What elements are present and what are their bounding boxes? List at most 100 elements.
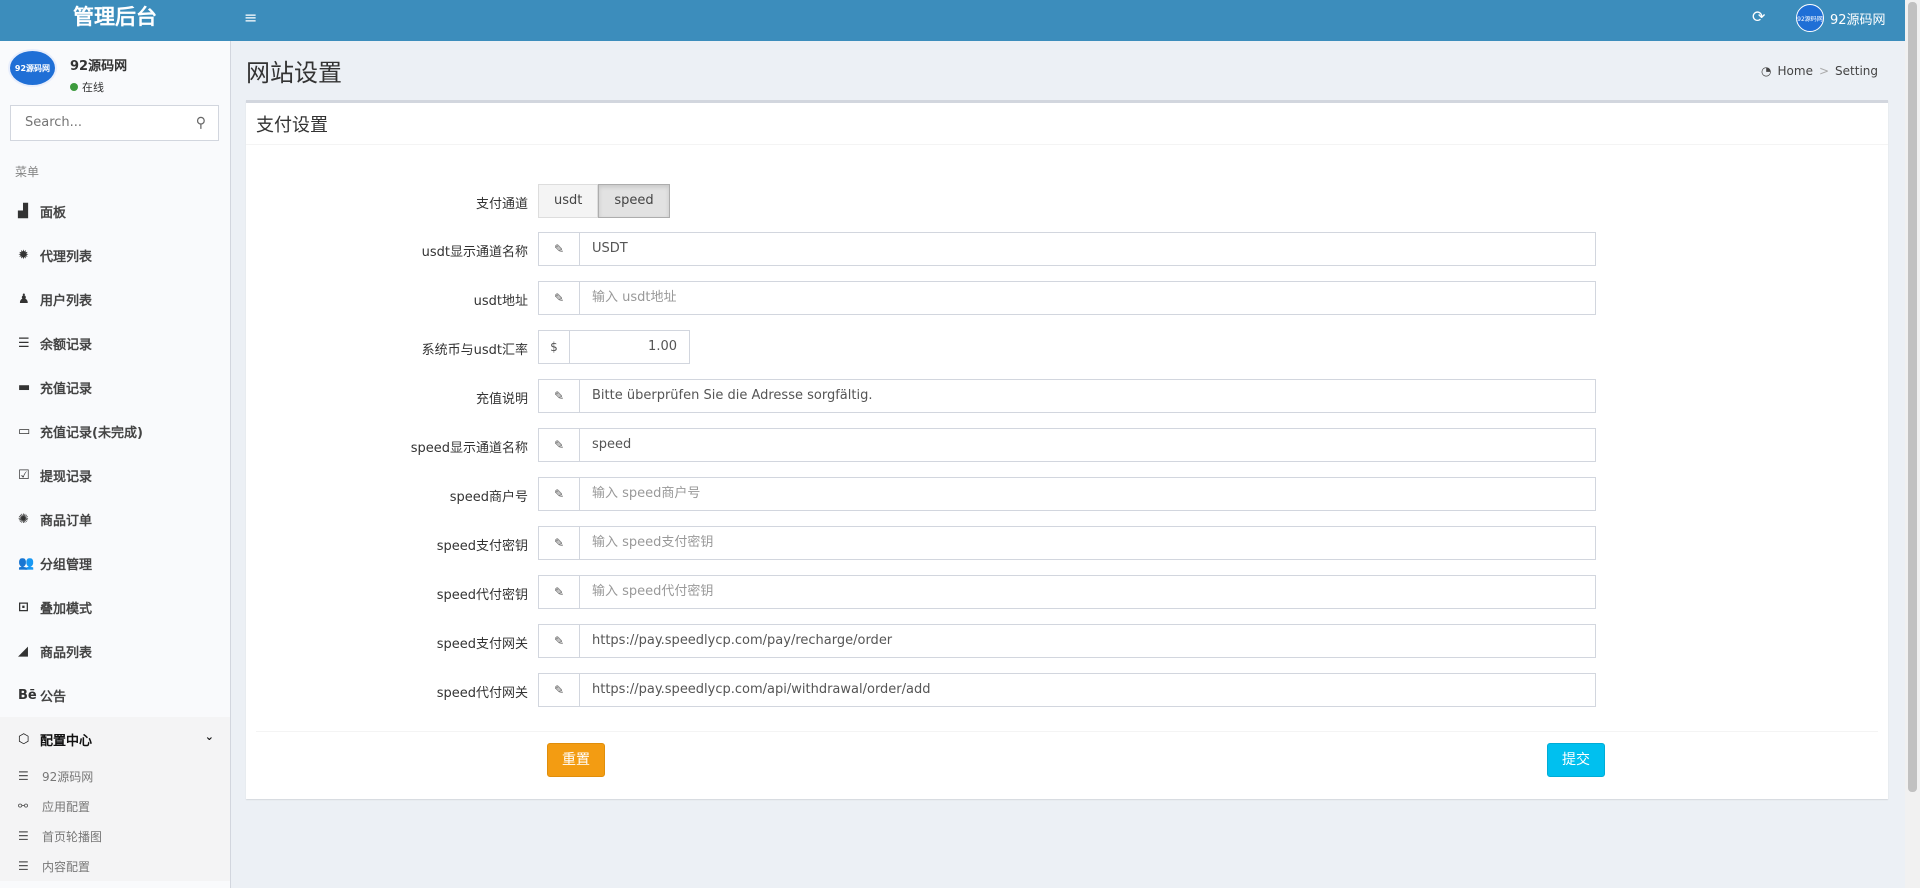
menu-header: 菜单 xyxy=(15,165,40,179)
sidebar-toggle-icon[interactable]: ≡ xyxy=(244,8,257,27)
form-row: speed支付密钥 ✎ 输入 speed支付密钥 xyxy=(246,526,1888,560)
sidebar: 92源码网 92源码网 在线 ⚲ 菜单 ▟ 面板 ✹ 代理列表 ♟ 用户列表 ☰ 余额记… xyxy=(0,41,231,888)
sidebar-item-balance[interactable]: ☰ 余额记录 xyxy=(0,321,230,365)
form-row: speed显示通道名称 ✎ speed xyxy=(246,428,1888,462)
list-icon: ☰ xyxy=(18,335,30,351)
sidebar-item-overlay[interactable]: ⊡ 叠加模式 xyxy=(0,585,230,629)
field-label: speed支付密钥 xyxy=(436,539,528,554)
status-badge: 在线 xyxy=(70,79,104,95)
search-icon[interactable]: ⚲ xyxy=(196,115,206,131)
content-wrapper: 网站设置 ◔ Home > Setting 支付设置 支付通道 usdt spe… xyxy=(230,41,1905,888)
speed-pay-key-input[interactable]: 输入 speed支付密钥 xyxy=(580,526,1596,560)
pencil-icon: ✎ xyxy=(538,673,580,707)
scrollbar-thumb[interactable] xyxy=(1908,2,1917,792)
speed-payout-gateway-input[interactable]: https://pay.speedlycp.com/api/withdrawal… xyxy=(580,673,1596,707)
sidebar-item-users[interactable]: ♟ 用户列表 xyxy=(0,277,230,321)
sidebar-item-groups[interactable]: 👥 分组管理 xyxy=(0,541,230,585)
sidebar-item-label: 叠加模式 xyxy=(40,601,93,617)
sidebar-subitem-app-config[interactable]: ⚯ 应用配置 xyxy=(0,791,230,821)
desktop-icon: ⊡ xyxy=(18,599,29,615)
sidebar-item-recharge-pending[interactable]: ▭ 充值记录(未完成) xyxy=(0,409,230,453)
breadcrumb: ◔ Home > Setting xyxy=(1761,64,1878,78)
sidebar-item-label: 面板 xyxy=(40,205,67,221)
page-title: 网站设置 xyxy=(246,59,342,87)
sidebar-group-config[interactable]: ⬡ 配置中心 ⌄ xyxy=(0,717,230,761)
channel-option-usdt[interactable]: usdt xyxy=(538,184,599,218)
sidebar-item-products[interactable]: ◢ 商品列表 xyxy=(0,629,230,673)
sidebar-item-announcement[interactable]: Bē 公告 xyxy=(0,673,230,717)
user-menu[interactable]: 92源码网 92源码网 xyxy=(1796,4,1886,32)
usdt-channel-name-input[interactable]: USDT xyxy=(580,232,1596,266)
sidebar-item-withdraw[interactable]: ☑ 提现记录 xyxy=(0,453,230,497)
speed-pay-gateway-input[interactable]: https://pay.speedlycp.com/pay/recharge/o… xyxy=(580,624,1596,658)
sidebar-submenu: ☰ 92源码网 ⚯ 应用配置 ☰ 首页轮播图 ☰ 内容配置 xyxy=(0,761,230,881)
area-chart-icon: ▟ xyxy=(18,203,28,219)
recharge-note-input[interactable]: Bitte überprüfen Sie die Adresse sorgfäl… xyxy=(580,379,1596,413)
field-label: 充值说明 xyxy=(475,392,528,407)
sidebar-item-label: 公告 xyxy=(40,689,67,705)
form-row: 充值说明 ✎ Bitte überprüfen Sie die Adresse … xyxy=(246,379,1888,413)
form-row: speed商户号 ✎ 输入 speed商户号 xyxy=(246,477,1888,511)
sidebar-item-agents[interactable]: ✹ 代理列表 xyxy=(0,233,230,277)
cog-icon: ✺ xyxy=(18,511,29,527)
link-icon: ⚯ xyxy=(18,799,29,813)
sidebar-group-label: 配置中心 xyxy=(40,733,93,749)
search-box: ⚲ xyxy=(10,105,219,141)
sidebar-subitem-label: 首页轮播图 xyxy=(42,829,103,844)
speed-payout-key-input[interactable]: 输入 speed代付密钥 xyxy=(580,575,1596,609)
refresh-icon[interactable]: ⟳ xyxy=(1752,7,1765,26)
dollar-addon: $ xyxy=(538,330,570,364)
breadcrumb-separator: > xyxy=(1818,64,1830,78)
form-row: 系统币与usdt汇率 $ 1.00 xyxy=(246,330,1888,364)
app-logo[interactable]: 管理后台 xyxy=(0,0,230,41)
usdt-address-input[interactable]: 输入 usdt地址 xyxy=(580,281,1596,315)
user-panel: 92源码网 92源码网 在线 xyxy=(0,41,230,101)
form-row: usdt地址 ✎ 输入 usdt地址 xyxy=(246,281,1888,315)
field-label: usdt显示通道名称 xyxy=(421,245,528,260)
pencil-icon: ✎ xyxy=(538,575,580,609)
sidebar-subitem-content[interactable]: ☰ 内容配置 xyxy=(0,851,230,881)
box-title: 支付设置 xyxy=(256,115,328,136)
input-group: ✎ speed xyxy=(538,428,1596,462)
sidebar-subitem-site[interactable]: ☰ 92源码网 xyxy=(0,761,230,791)
form-row: speed支付网关 ✎ https://pay.speedlycp.com/pa… xyxy=(246,624,1888,658)
battery-empty-icon: ▭ xyxy=(18,423,31,439)
input-group: ✎ 输入 speed支付密钥 xyxy=(538,526,1596,560)
sidebar-subitem-label: 内容配置 xyxy=(42,859,91,874)
check-square-icon: ☑ xyxy=(18,467,30,483)
submit-button[interactable]: 提交 xyxy=(1547,743,1605,777)
sidebar-item-label: 商品列表 xyxy=(40,645,93,661)
form-row: speed代付网关 ✎ https://pay.speedlycp.com/ap… xyxy=(246,673,1888,707)
field-label: speed商户号 xyxy=(449,490,528,505)
chevron-down-icon: ⌄ xyxy=(204,730,214,743)
sidebar-subitem-carousel[interactable]: ☰ 首页轮播图 xyxy=(0,821,230,851)
pencil-icon: ✎ xyxy=(538,624,580,658)
reset-button[interactable]: 重置 xyxy=(547,743,605,777)
breadcrumb-home[interactable]: Home xyxy=(1778,64,1813,78)
page-scrollbar[interactable] xyxy=(1905,0,1920,888)
form-row: usdt显示通道名称 ✎ USDT xyxy=(246,232,1888,266)
input-group: $ 1.00 xyxy=(538,330,690,364)
divider xyxy=(246,144,1888,145)
input-group: ✎ Bitte überprüfen Sie die Adresse sorgf… xyxy=(538,379,1596,413)
list-icon: ☰ xyxy=(18,859,29,873)
field-label: 支付通道 xyxy=(475,197,528,212)
users-icon: 👥 xyxy=(18,555,35,571)
channel-option-speed[interactable]: speed xyxy=(598,184,670,218)
sidebar-menu: ▟ 面板 ✹ 代理列表 ♟ 用户列表 ☰ 余额记录 ▬ 充值记录 ▭ 充值记录(未完成) ☑… xyxy=(0,189,230,881)
speed-channel-name-input[interactable]: speed xyxy=(580,428,1596,462)
sidebar-item-label: 充值记录 xyxy=(40,381,93,397)
sidebar-item-orders[interactable]: ✺ 商品订单 xyxy=(0,497,230,541)
search-input[interactable] xyxy=(23,114,187,131)
input-group: ✎ 输入 speed商户号 xyxy=(538,477,1596,511)
sidebar-item-label: 提现记录 xyxy=(40,469,93,485)
battery-icon: ▬ xyxy=(18,379,31,395)
divider xyxy=(256,731,1878,732)
field-label: speed代付密钥 xyxy=(436,588,528,603)
hexagon-icon: ⬡ xyxy=(18,731,30,747)
speed-merchant-id-input[interactable]: 输入 speed商户号 xyxy=(580,477,1596,511)
exchange-rate-input[interactable]: 1.00 xyxy=(570,330,690,364)
channel-toggle-group: usdt speed xyxy=(538,184,670,218)
sidebar-item-recharge[interactable]: ▬ 充值记录 xyxy=(0,365,230,409)
sidebar-item-dashboard[interactable]: ▟ 面板 xyxy=(0,189,230,233)
